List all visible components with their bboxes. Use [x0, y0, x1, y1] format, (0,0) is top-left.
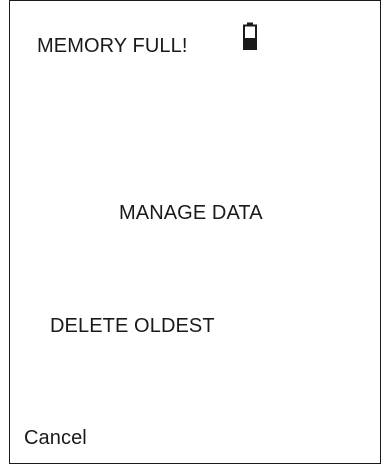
device-screen: MEMORY FULL! MANAGE DATA DELETE OLDEST C…	[9, 0, 381, 464]
delete-oldest-option[interactable]: DELETE OLDEST	[50, 314, 215, 338]
cancel-softkey[interactable]: Cancel	[24, 426, 87, 450]
memory-full-title: MEMORY FULL!	[37, 35, 188, 57]
manage-data-option[interactable]: MANAGE DATA	[119, 201, 263, 225]
battery-low-icon	[243, 22, 257, 50]
